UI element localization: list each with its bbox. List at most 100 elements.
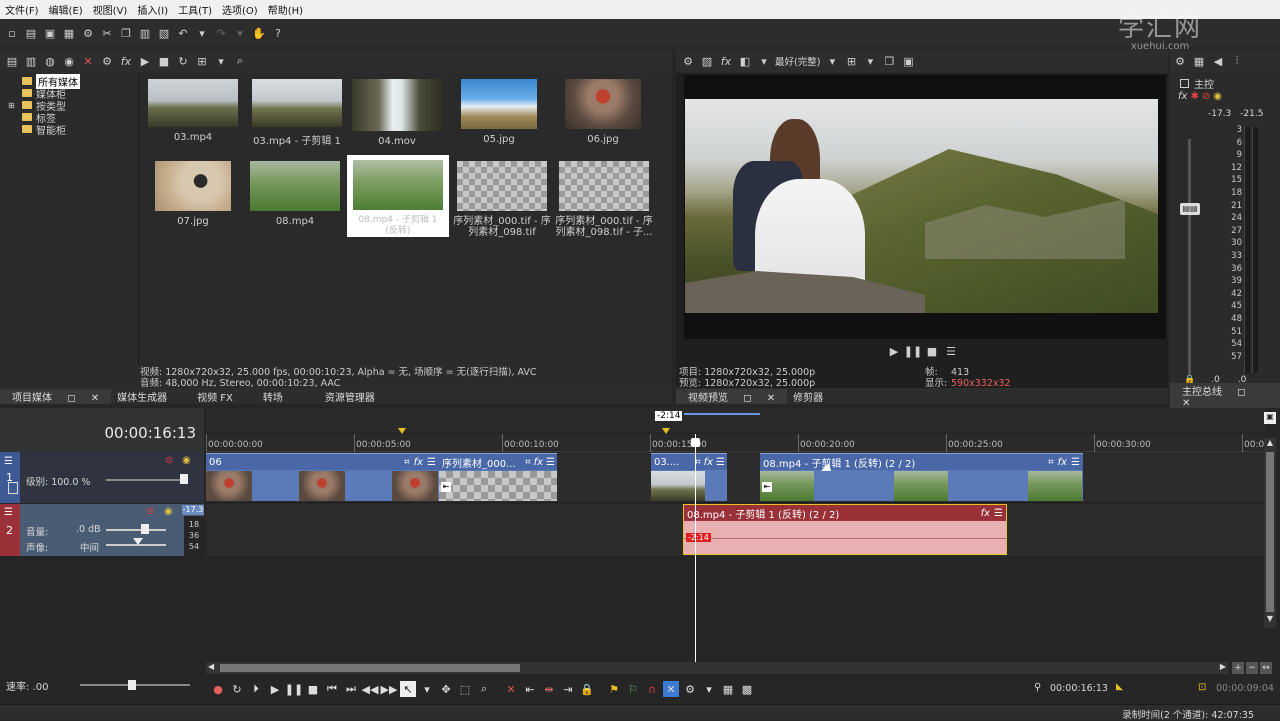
tab-media-generators[interactable]: 媒体生成器: [111, 389, 173, 404]
split-screen-icon[interactable]: ◧: [737, 53, 753, 69]
loop-region-bar[interactable]: [684, 413, 760, 415]
loop-icon[interactable]: ↻: [229, 681, 245, 697]
mixer-icon[interactable]: ⫶: [1229, 53, 1245, 69]
play-icon[interactable]: ▶: [267, 681, 283, 697]
mute-icon[interactable]: ⊘: [1202, 91, 1210, 102]
transition-icon[interactable]: ⇤: [441, 482, 451, 492]
cut-icon[interactable]: ✂: [99, 25, 115, 41]
preview-device-icon[interactable]: ▨: [699, 53, 715, 69]
tab-transitions[interactable]: 转场: [257, 389, 289, 404]
clip-menu-icon[interactable]: ☰: [546, 457, 555, 468]
split-dropdown-icon[interactable]: ▾: [756, 53, 772, 69]
video-clip[interactable]: 08.mp4 - 子剪辑 1 (反转) (2 / 2) ⌗ fx ☰ ⇤: [760, 453, 1083, 501]
track-menu-icon[interactable]: ☰: [4, 456, 13, 467]
redo-dropdown-icon[interactable]: ▾: [232, 25, 248, 41]
audio-clip-menu-icon[interactable]: ☰: [994, 508, 1003, 519]
track-expand-icon[interactable]: [8, 482, 18, 494]
delete-icon[interactable]: ▧: [156, 25, 172, 41]
preview-fx-icon[interactable]: fx: [718, 53, 734, 69]
properties-icon[interactable]: ⚙: [80, 25, 96, 41]
zoom-in-icon[interactable]: +: [1232, 662, 1244, 674]
edit-tool-dropdown-icon[interactable]: ▾: [419, 681, 435, 697]
rate-slider-knob[interactable]: [128, 680, 136, 690]
master-fader-knob[interactable]: ▤▤: [1180, 203, 1200, 215]
audio-solo-icon[interactable]: ◉: [164, 506, 173, 517]
selection-tool-icon[interactable]: ⬚: [457, 681, 473, 697]
zoom-out-icon[interactable]: −: [1246, 662, 1258, 674]
scroll-down-icon[interactable]: ▼: [1264, 614, 1276, 626]
save-snapshot-icon[interactable]: ▣: [900, 53, 916, 69]
close-icon[interactable]: ✕: [761, 393, 781, 404]
scroll-right-icon[interactable]: ▶: [1220, 662, 1226, 671]
tree-item-tags[interactable]: 标签: [8, 111, 136, 125]
clip-menu-icon[interactable]: ☰: [427, 457, 436, 468]
preview-pause-icon[interactable]: ❚❚: [904, 343, 922, 359]
tab-video-preview[interactable]: 视频预览 ◻ ✕: [676, 388, 788, 404]
marker-icon[interactable]: ⚑: [606, 681, 622, 697]
undock-icon[interactable]: ◻: [1231, 387, 1251, 398]
group-icon[interactable]: ▦: [720, 681, 736, 697]
hand-icon[interactable]: ✋: [251, 25, 267, 41]
tab-project-media[interactable]: 项目媒体 ◻ ✕: [0, 388, 112, 404]
undo-dropdown-icon[interactable]: ▾: [194, 25, 210, 41]
get-web-icon[interactable]: ◉: [61, 53, 77, 69]
media-item[interactable]: 序列素材_000.tif - 序列素材_098.tif - 子...: [555, 161, 653, 238]
ignore-grouping-icon[interactable]: ▩: [739, 681, 755, 697]
scroll-thumb[interactable]: [1266, 452, 1274, 612]
playhead[interactable]: [695, 434, 696, 662]
speaker-icon[interactable]: ◀: [1210, 53, 1226, 69]
vertical-scrollbar[interactable]: ▲ ▼: [1264, 438, 1276, 628]
render-icon[interactable]: ▦: [61, 25, 77, 41]
menu-item[interactable]: 帮助(H): [263, 2, 308, 17]
paste-icon[interactable]: ▥: [137, 25, 153, 41]
scroll-left-icon[interactable]: ◀: [208, 662, 214, 671]
new-icon[interactable]: ▫: [4, 25, 20, 41]
clip-fx-icon[interactable]: fx: [704, 457, 713, 468]
get-media-icon[interactable]: ◍: [42, 53, 58, 69]
remove-icon[interactable]: ✕: [80, 53, 96, 69]
clip-menu-icon[interactable]: ☰: [1071, 457, 1080, 468]
media-item[interactable]: 03.mp4: [147, 79, 239, 143]
volume-slider-knob[interactable]: [141, 524, 149, 534]
scroll-up-icon[interactable]: ▲: [1264, 438, 1276, 450]
clip-menu-icon[interactable]: ☰: [716, 457, 725, 468]
media-item[interactable]: 06.jpg: [561, 79, 645, 145]
menu-item[interactable]: 插入(I): [132, 2, 173, 17]
crop-icon[interactable]: ⌗: [404, 457, 410, 468]
tree-item-by-type[interactable]: ⊞ 按类型: [8, 99, 136, 113]
preview-stop-icon[interactable]: ■: [924, 343, 940, 359]
expand-icon[interactable]: ⊞: [8, 101, 22, 110]
audio-mute-icon[interactable]: ⊘: [146, 506, 154, 517]
play-from-start-icon[interactable]: ⏵: [248, 681, 264, 697]
media-item[interactable]: 05.jpg: [457, 79, 541, 145]
auto-crossfade-icon[interactable]: ✕: [663, 681, 679, 697]
solo-icon[interactable]: ◉: [1213, 91, 1222, 102]
tree-item-bins[interactable]: 媒体柜: [8, 87, 136, 101]
preview-quality[interactable]: 最好(完整): [775, 54, 820, 68]
media-item[interactable]: 07.jpg: [151, 161, 235, 227]
pan-slider-knob[interactable]: [133, 538, 143, 545]
copy-icon[interactable]: ❐: [118, 25, 134, 41]
media-fx-icon[interactable]: fx: [118, 53, 134, 69]
media-properties-icon[interactable]: ⚙: [99, 53, 115, 69]
tree-item-smart-bins[interactable]: 智能柜: [8, 123, 136, 137]
transition-icon[interactable]: ⇤: [762, 482, 772, 492]
trim-start-icon[interactable]: ⇤: [522, 681, 538, 697]
undo-icon[interactable]: ↶: [175, 25, 191, 41]
close-icon[interactable]: ✕: [85, 393, 105, 404]
menu-item[interactable]: 选项(O): [217, 2, 263, 17]
crop-icon[interactable]: ⌗: [1048, 457, 1054, 468]
redo-icon[interactable]: ↷: [213, 25, 229, 41]
timeline-corner-icon[interactable]: ▣: [1264, 412, 1276, 424]
open-icon[interactable]: ▤: [23, 25, 39, 41]
preview-properties-icon[interactable]: ⚙: [680, 53, 696, 69]
undock-icon[interactable]: ◻: [737, 393, 757, 404]
split-icon[interactable]: ⇹: [541, 681, 557, 697]
zoom-fit-icon[interactable]: ↔: [1260, 662, 1272, 674]
master-track-icon[interactable]: ▦: [1191, 53, 1207, 69]
undock-icon[interactable]: ◻: [61, 393, 81, 404]
views-dropdown-icon[interactable]: ▾: [213, 53, 229, 69]
import-media-icon[interactable]: ▤: [4, 53, 20, 69]
video-mute-icon[interactable]: ⊘: [165, 455, 173, 466]
go-to-start-icon[interactable]: ⏮: [324, 681, 340, 697]
